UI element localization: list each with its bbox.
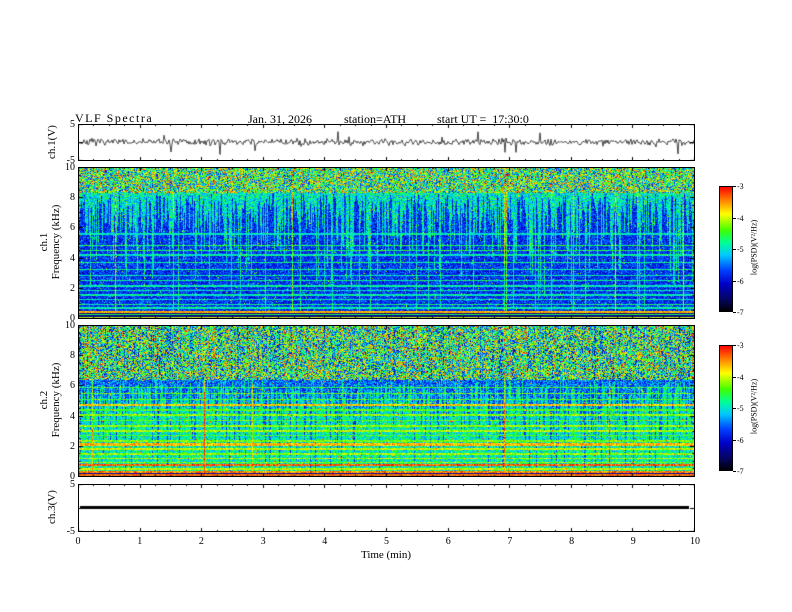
colorbar-tick-label: -4 — [737, 372, 744, 382]
ch3-waveform-canvas — [78, 484, 695, 532]
ch1-frequency-axis-label-line1: ch.1 — [38, 232, 50, 252]
y-tick-label: -5 — [66, 526, 75, 537]
colorbar-tick-label: -3 — [737, 182, 744, 191]
vlf-spectra-page: VLF Spectra Jan. 31, 2026 station=ATH st… — [0, 0, 792, 612]
ch2-frequency-axis-label-line1: ch.2 — [38, 390, 50, 410]
colorbar-ch1-canvas — [719, 186, 733, 312]
x-tick-label: 6 — [445, 536, 451, 547]
x-tick-label: 0 — [75, 536, 81, 547]
colorbar-tick-label: -5 — [737, 404, 744, 413]
time-axis-label: Time (min) — [360, 549, 411, 561]
colorbar-tick-label: -7 — [737, 308, 744, 317]
colorbar-tick-label: -5 — [737, 245, 744, 254]
colorbar-tick-mark — [733, 345, 736, 346]
x-tick-label: 2 — [198, 536, 204, 547]
freq-tick-label: 6 — [70, 222, 75, 234]
colorbar-tick-label: -6 — [737, 435, 744, 445]
colorbar-tick-mark — [733, 186, 736, 187]
y-tick-label: 5 — [70, 119, 75, 130]
x-tick-label: 9 — [630, 536, 636, 547]
x-tick-label: 4 — [322, 536, 328, 547]
colorbar-tick-label: -4 — [737, 213, 744, 223]
x-tick-label: 3 — [260, 536, 266, 547]
x-tick-label: 5 — [384, 536, 389, 547]
x-tick-label: 8 — [569, 536, 575, 547]
ch1-spectrogram-canvas — [78, 167, 695, 319]
freq-tick-label: 2 — [70, 440, 75, 452]
ch2-spectrogram-canvas — [78, 325, 695, 477]
freq-tick-label: 8 — [70, 350, 75, 362]
freq-tick-label: 6 — [70, 380, 75, 392]
colorbar-tick-mark — [733, 280, 736, 282]
freq-tick-label: 0 — [70, 471, 75, 482]
colorbar-tick-mark — [733, 217, 736, 219]
x-tick-label: 7 — [507, 536, 513, 547]
ch1-waveform-canvas — [78, 124, 695, 161]
colorbar-tick-label: -7 — [737, 467, 744, 476]
colorbar-tick-mark — [733, 376, 736, 378]
colorbar-tick-mark — [733, 249, 736, 250]
x-tick-label: 1 — [137, 536, 143, 547]
freq-tick-label: 4 — [70, 252, 75, 264]
colorbar-tick-mark — [733, 439, 736, 441]
colorbar-tick-mark — [733, 471, 736, 472]
colorbar-ch2-canvas — [719, 345, 733, 471]
x-tick-label: 10 — [690, 536, 700, 547]
colorbar-tick-label: -3 — [737, 341, 744, 350]
colorbar-tick-mark — [733, 312, 736, 313]
colorbar-tick-label: -6 — [737, 276, 744, 286]
freq-tick-label: 10 — [65, 320, 75, 331]
colorbar-tick-mark — [733, 408, 736, 409]
freq-tick-label: 10 — [65, 162, 75, 173]
freq-tick-label: 8 — [70, 192, 75, 204]
freq-tick-label: 2 — [70, 282, 75, 294]
freq-tick-label: 4 — [70, 410, 75, 422]
